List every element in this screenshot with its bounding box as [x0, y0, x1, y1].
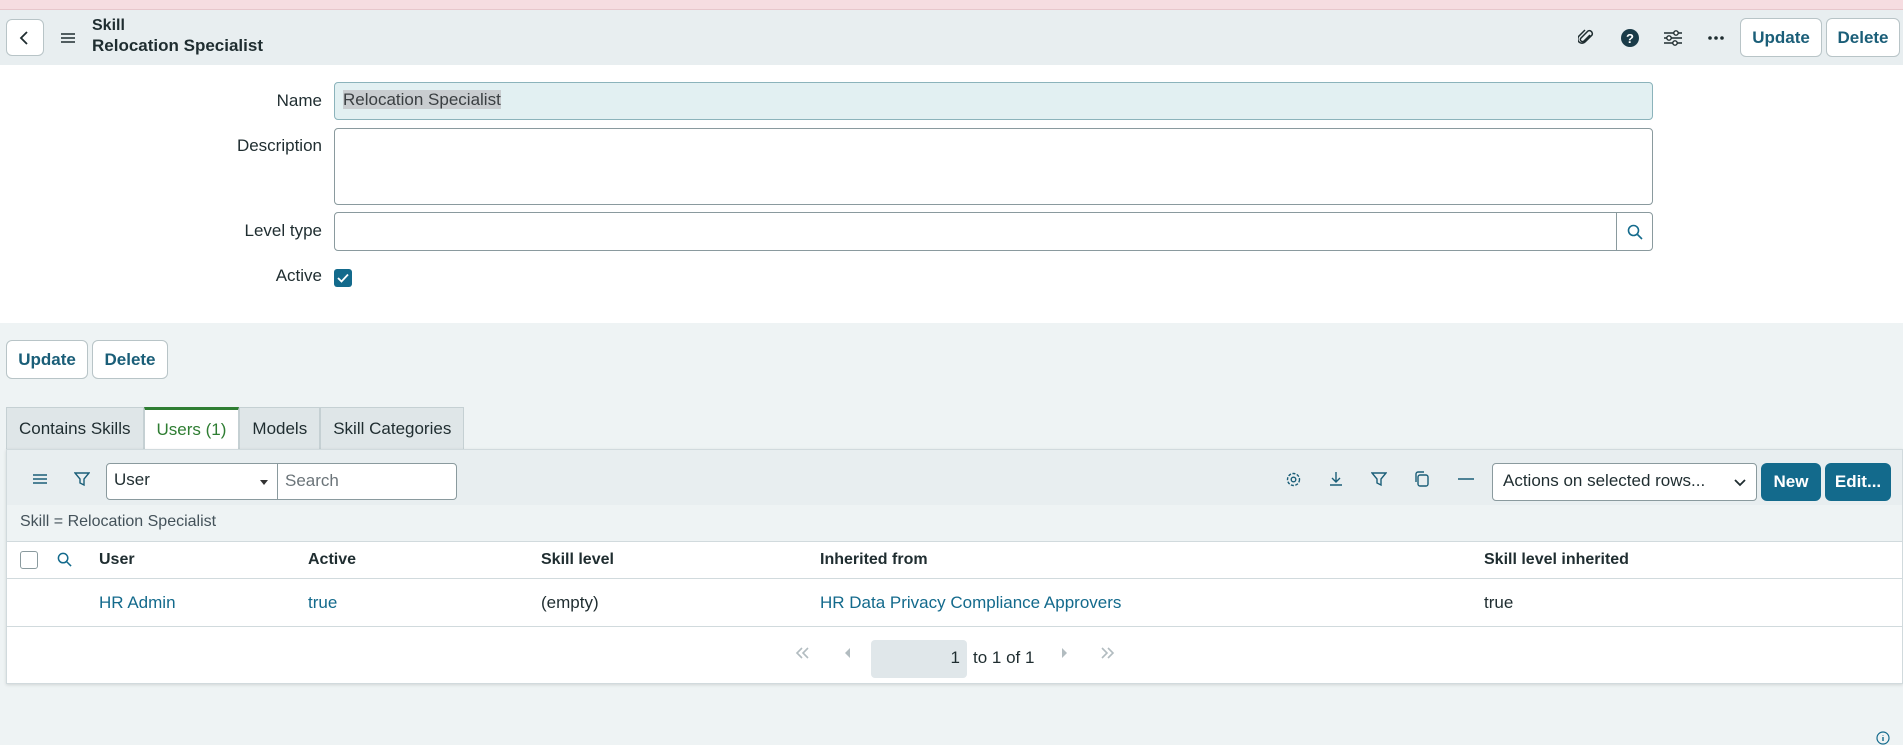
cell-user-link[interactable]: HR Admin — [99, 593, 176, 613]
related-lists-tabs: Contains Skills Users (1) Models Skill C… — [6, 407, 465, 450]
table-header: User Active Skill level Inherited from S… — [7, 541, 1902, 579]
cell-inherited-from-link[interactable]: HR Data Privacy Compliance Approvers — [820, 593, 1121, 613]
column-header-user[interactable]: User — [99, 551, 135, 569]
tab-skill-categories[interactable]: Skill Categories — [320, 407, 465, 449]
tab-models[interactable]: Models — [239, 407, 321, 449]
name-field[interactable]: Relocation Specialist — [334, 82, 1653, 120]
level-type-lookup-button[interactable] — [1616, 212, 1653, 251]
header-delete-button[interactable]: Delete — [1826, 18, 1900, 57]
list-filter-icon[interactable] — [1368, 468, 1390, 490]
actions-on-selected-rows-select[interactable]: Actions on selected rows... — [1492, 463, 1757, 501]
copy-icon[interactable] — [1411, 468, 1433, 490]
back-button[interactable] — [6, 19, 44, 56]
skill-form: Name Relocation Specialist Description L… — [0, 65, 1903, 323]
new-button[interactable]: New — [1761, 463, 1821, 501]
level-type-field[interactable] — [334, 212, 1617, 251]
select-all-checkbox[interactable] — [20, 551, 38, 569]
header-update-button[interactable]: Update — [1740, 18, 1822, 57]
column-header-skill-level-inherited[interactable]: Skill level inherited — [1484, 551, 1629, 569]
edit-button[interactable]: Edit... — [1825, 463, 1891, 501]
update-button[interactable]: Update — [6, 340, 88, 379]
download-icon[interactable] — [1325, 468, 1347, 490]
help-icon[interactable]: ? — [1618, 26, 1642, 50]
next-page-icon[interactable] — [1059, 647, 1069, 662]
gear-icon[interactable] — [1282, 468, 1304, 490]
active-label: Active — [275, 266, 322, 285]
record-name: Relocation Specialist — [92, 36, 263, 55]
chevron-down-icon — [1734, 479, 1746, 487]
column-header-skill-level[interactable]: Skill level — [541, 551, 614, 569]
cell-skill-level-inherited: true — [1484, 593, 1514, 612]
column-search-icon[interactable] — [57, 552, 72, 572]
first-page-icon[interactable] — [794, 647, 810, 662]
record-title: Skill Relocation Specialist — [92, 16, 263, 56]
checkmark-icon — [337, 273, 349, 283]
users-related-list: User Search Actions on selected rows... … — [6, 449, 1903, 684]
column-header-inherited-from[interactable]: Inherited from — [820, 551, 928, 569]
actions-select-value: Actions on selected rows... — [1503, 471, 1706, 490]
list-breadcrumb[interactable]: Skill = Relocation Specialist — [7, 505, 1902, 541]
pagination: 1 to 1 of 1 — [7, 627, 1902, 683]
top-banner-stripe — [0, 0, 1903, 10]
info-icon[interactable] — [1876, 730, 1890, 745]
list-search-input[interactable]: Search — [277, 463, 457, 500]
search-icon — [1627, 224, 1643, 240]
table-row: HR Admin true (empty) HR Data Privacy Co… — [7, 579, 1902, 627]
menu-icon[interactable] — [58, 28, 78, 48]
settings-sliders-icon[interactable] — [1661, 26, 1685, 50]
delete-button[interactable]: Delete — [92, 340, 168, 379]
level-type-label: Level type — [244, 221, 323, 240]
list-menu-icon[interactable] — [29, 468, 51, 490]
paperclip-icon[interactable] — [1574, 26, 1598, 50]
last-page-icon[interactable] — [1100, 647, 1116, 662]
active-checkbox[interactable] — [334, 269, 352, 287]
description-label: Description — [236, 136, 322, 155]
chevron-down-icon — [260, 480, 268, 485]
record-type: Skill — [92, 17, 125, 34]
description-field[interactable] — [334, 128, 1653, 205]
svg-text:?: ? — [1626, 31, 1634, 46]
page-number-input[interactable]: 1 — [871, 640, 967, 678]
collapse-icon[interactable] — [1455, 468, 1477, 490]
back-icon — [19, 30, 28, 45]
page-range-text: to 1 of 1 — [973, 648, 1035, 667]
name-value: Relocation Specialist — [343, 90, 501, 109]
list-toolbar: User Search Actions on selected rows... … — [7, 450, 1902, 505]
search-field-select[interactable]: User — [106, 463, 278, 500]
cell-active-link[interactable]: true — [308, 593, 337, 613]
more-icon[interactable] — [1704, 26, 1728, 50]
column-header-active[interactable]: Active — [308, 551, 356, 569]
filter-icon[interactable] — [71, 468, 93, 490]
tab-users[interactable]: Users (1) — [143, 407, 240, 450]
record-header: Skill Relocation Specialist ? Update Del… — [0, 10, 1903, 65]
name-label: Name — [276, 91, 322, 110]
search-field-value: User — [114, 470, 150, 489]
tab-contains-skills[interactable]: Contains Skills — [6, 407, 144, 449]
cell-skill-level: (empty) — [541, 593, 599, 612]
previous-page-icon[interactable] — [843, 647, 853, 662]
